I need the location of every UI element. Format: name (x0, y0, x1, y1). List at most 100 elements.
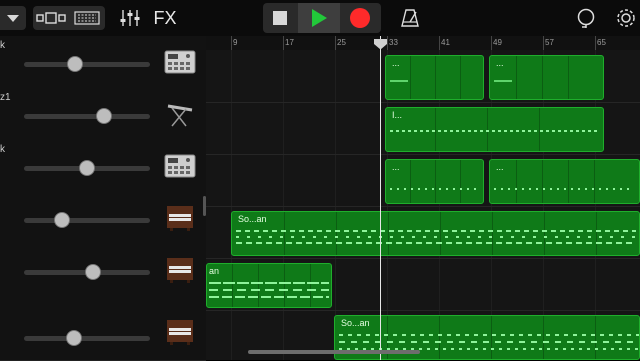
loop-browser-button[interactable] (572, 6, 600, 30)
view-toggle-group (33, 6, 105, 30)
region-note (390, 188, 480, 190)
keyboard-stand-icon[interactable] (164, 100, 196, 128)
volume-slider[interactable] (24, 212, 150, 228)
track-headers: k z1 k (0, 36, 206, 361)
region-note (236, 230, 636, 232)
volume-knob[interactable] (54, 212, 70, 228)
volume-knob[interactable] (79, 160, 95, 176)
volume-knob[interactable] (66, 330, 82, 346)
audio-region[interactable]: ... (385, 55, 484, 100)
home-indicator[interactable] (248, 350, 420, 354)
region-divider (594, 160, 595, 203)
lane-divider (206, 102, 640, 103)
bar-number: 49 (493, 38, 502, 47)
drum-machine-icon[interactable] (164, 48, 196, 76)
volume-slider[interactable] (24, 108, 150, 124)
tracks-area[interactable]: ... ... I... ... ... So...an an So...an (206, 50, 640, 360)
bar-number: 9 (233, 38, 238, 47)
region-label: ... (496, 162, 504, 172)
track-header[interactable] (0, 192, 206, 245)
stop-button[interactable] (263, 3, 297, 33)
region-note (390, 130, 600, 132)
organ-icon[interactable] (164, 318, 196, 346)
region-divider (410, 56, 411, 99)
organ-icon[interactable] (164, 204, 196, 232)
track-header[interactable] (0, 296, 206, 361)
timeline-ruler[interactable]: 9 17 25 33 41 49 57 65 (206, 36, 640, 51)
region-note (494, 188, 634, 190)
volume-slider[interactable] (24, 330, 150, 346)
volume-knob[interactable] (67, 56, 83, 72)
metronome-button[interactable] (396, 6, 424, 30)
bar-tick (231, 36, 232, 50)
track-header[interactable]: k (0, 140, 206, 193)
track-name: z1 (0, 92, 11, 103)
region-label: ... (392, 162, 400, 172)
region-note (209, 282, 329, 284)
grid-line (335, 50, 336, 360)
midi-region[interactable]: I... (385, 107, 604, 152)
region-divider (596, 212, 597, 255)
audio-region[interactable]: ... (489, 55, 604, 100)
lane-divider (206, 154, 640, 155)
midi-region[interactable]: an (206, 263, 332, 308)
region-note (339, 341, 639, 343)
region-divider (568, 56, 569, 99)
region-divider (439, 316, 440, 359)
region-divider (310, 264, 311, 307)
bar-number: 17 (285, 38, 294, 47)
bar-number: 65 (597, 38, 606, 47)
volume-knob[interactable] (85, 264, 101, 280)
volume-slider[interactable] (24, 160, 150, 176)
play-button[interactable] (298, 3, 340, 33)
record-button[interactable] (341, 3, 379, 33)
fx-button[interactable]: FX (150, 6, 180, 30)
region-note (339, 334, 639, 336)
audio-region[interactable]: ... (385, 159, 484, 204)
top-toolbar: FX (0, 0, 640, 36)
region-divider (435, 160, 436, 203)
region-label: So...an (341, 318, 370, 328)
volume-slider[interactable] (24, 264, 150, 280)
bar-tick (283, 36, 284, 50)
region-divider (492, 212, 493, 255)
midi-region[interactable]: So...an (231, 211, 640, 256)
playhead[interactable] (380, 36, 381, 360)
bar-tick (491, 36, 492, 50)
bar-tick (595, 36, 596, 50)
region-divider (410, 160, 411, 203)
sliders-icon (120, 10, 140, 26)
region-divider (284, 212, 285, 255)
region-divider (516, 56, 517, 99)
region-note (209, 289, 329, 291)
region-label: I... (392, 110, 403, 120)
playhead-handle-icon[interactable] (373, 38, 388, 50)
region-label: ... (496, 58, 504, 68)
volume-slider[interactable] (24, 56, 150, 72)
region-divider (460, 56, 461, 99)
tracks-view-icon[interactable] (69, 6, 105, 30)
track-header[interactable]: z1 (0, 88, 206, 141)
lane-divider (206, 310, 640, 311)
settings-button[interactable] (612, 6, 640, 30)
metronome-icon (401, 9, 419, 27)
mixer-button[interactable] (116, 6, 144, 30)
volume-knob[interactable] (96, 108, 112, 124)
region-divider (388, 212, 389, 255)
track-header[interactable]: k (0, 36, 206, 89)
region-divider (440, 212, 441, 255)
region-label: ... (392, 58, 400, 68)
region-divider (542, 160, 543, 203)
region-divider (595, 316, 596, 359)
region-note (494, 80, 512, 82)
bar-number: 25 (337, 38, 346, 47)
track-header[interactable] (0, 244, 206, 297)
drum-machine-icon[interactable] (164, 152, 196, 180)
chevron-down-icon (7, 14, 19, 22)
region-divider (336, 212, 337, 255)
tracks-menu-button[interactable] (0, 6, 26, 30)
play-icon (312, 9, 327, 27)
organ-icon[interactable] (164, 256, 196, 284)
audio-region[interactable]: ... (489, 159, 640, 204)
browser-view-icon[interactable] (33, 6, 69, 30)
